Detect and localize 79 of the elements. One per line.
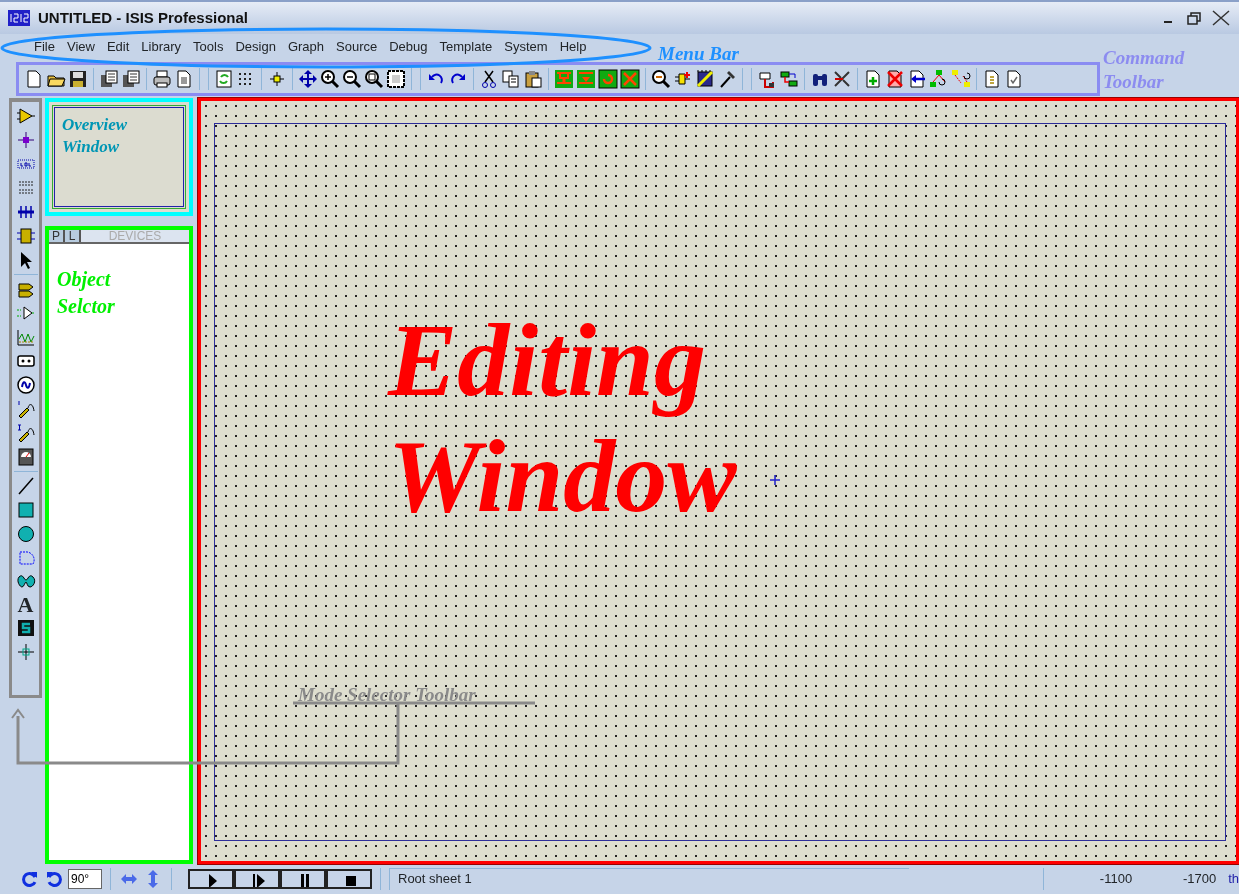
symbol-icon[interactable] bbox=[15, 618, 36, 638]
export-icon[interactable] bbox=[121, 69, 141, 89]
pan-icon[interactable] bbox=[298, 69, 318, 89]
menu-item[interactable]: View bbox=[66, 37, 95, 57]
paste-icon[interactable] bbox=[523, 69, 543, 89]
line-icon[interactable] bbox=[15, 476, 36, 496]
copy-icon[interactable] bbox=[501, 69, 521, 89]
page-icon[interactable] bbox=[174, 69, 194, 89]
marker-icon[interactable] bbox=[15, 642, 36, 662]
cut-icon[interactable] bbox=[479, 69, 499, 89]
selector-tab[interactable]: L bbox=[65, 230, 81, 242]
block-delete-icon[interactable] bbox=[620, 69, 640, 89]
zoom-out-icon[interactable] bbox=[342, 69, 362, 89]
new-file-icon[interactable] bbox=[24, 69, 44, 89]
menu-item[interactable]: Template bbox=[439, 37, 493, 57]
rotation-field[interactable]: 90° bbox=[68, 869, 102, 889]
block-rotate-icon[interactable] bbox=[598, 69, 618, 89]
command-annotation: Command Toolbar bbox=[1103, 46, 1186, 94]
zoom-in-icon[interactable] bbox=[320, 69, 340, 89]
rotate-clockwise-icon[interactable] bbox=[20, 869, 40, 889]
pause-button[interactable] bbox=[280, 869, 326, 889]
menu-item[interactable]: Edit bbox=[106, 37, 130, 57]
selector-annotation: Object Selctor bbox=[57, 267, 116, 319]
menu-item[interactable]: Library bbox=[141, 37, 182, 57]
pin-icon[interactable] bbox=[15, 303, 36, 323]
current-probe-icon[interactable] bbox=[15, 423, 36, 443]
units-label: th bbox=[1228, 870, 1239, 889]
circle-icon[interactable] bbox=[15, 524, 36, 544]
parent-sheet-icon[interactable] bbox=[951, 69, 971, 89]
junction-icon[interactable] bbox=[15, 130, 36, 150]
exit-sheet-icon[interactable] bbox=[907, 69, 927, 89]
menu-item[interactable]: Debug bbox=[389, 37, 428, 57]
editing-annotation: Editing Window bbox=[388, 302, 738, 534]
devices-header: DEVICES bbox=[107, 230, 163, 242]
component-icon[interactable] bbox=[15, 106, 36, 126]
close-icon[interactable] bbox=[1211, 10, 1231, 26]
play-button[interactable] bbox=[188, 869, 234, 889]
y-coordinate: -1700 bbox=[1181, 870, 1217, 889]
zoom-fit-icon[interactable] bbox=[364, 69, 384, 89]
generator-icon[interactable] bbox=[15, 375, 36, 395]
restore-icon[interactable] bbox=[1185, 10, 1203, 26]
graph-icon[interactable] bbox=[15, 327, 36, 347]
rotate-anticlockwise-icon[interactable] bbox=[44, 869, 64, 889]
origin-marker-icon bbox=[769, 474, 781, 486]
selector-tab[interactable]: P bbox=[49, 230, 65, 242]
overview-annotation: Overview Window bbox=[62, 114, 129, 158]
zoom-area-icon[interactable] bbox=[386, 69, 406, 89]
menu-item[interactable]: File bbox=[34, 37, 55, 57]
child-sheet-icon[interactable] bbox=[929, 69, 949, 89]
pick-device-icon[interactable] bbox=[651, 69, 671, 89]
subcircuit-icon[interactable] bbox=[15, 226, 36, 246]
menu-item[interactable]: Tools bbox=[193, 37, 224, 57]
instrument-icon[interactable] bbox=[15, 447, 36, 467]
menu-item[interactable]: Graph bbox=[287, 37, 325, 57]
mode-annotation: Mode Selector Toolbar bbox=[298, 683, 476, 707]
refresh-icon[interactable] bbox=[214, 69, 234, 89]
hammer-icon[interactable] bbox=[717, 69, 737, 89]
status-text: Root sheet 1 bbox=[389, 868, 909, 890]
voltage-probe-icon[interactable] bbox=[15, 399, 36, 419]
import-icon[interactable] bbox=[99, 69, 119, 89]
print-icon[interactable] bbox=[152, 69, 172, 89]
block-move-icon[interactable] bbox=[576, 69, 596, 89]
window-title: UNTITLED - ISIS Professional bbox=[38, 7, 249, 28]
text-tool[interactable]: A bbox=[17, 594, 34, 616]
stop-button[interactable] bbox=[326, 869, 372, 889]
step-button[interactable] bbox=[234, 869, 280, 889]
netlist-icon[interactable] bbox=[779, 69, 799, 89]
menu-item[interactable]: Help bbox=[559, 37, 587, 57]
box-icon[interactable] bbox=[15, 500, 36, 520]
app-logo-icon bbox=[8, 10, 30, 26]
delete-sheet-icon[interactable] bbox=[885, 69, 905, 89]
menu-item[interactable]: Design bbox=[235, 37, 276, 57]
new-sheet-icon[interactable] bbox=[863, 69, 883, 89]
x-coordinate: -1100 bbox=[1098, 870, 1133, 889]
save-icon[interactable] bbox=[68, 69, 88, 89]
menu-item[interactable]: Source bbox=[336, 37, 378, 57]
menu-annotation: Menu Bar bbox=[658, 42, 739, 66]
crosshair-icon[interactable] bbox=[267, 69, 287, 89]
menu-item[interactable]: System bbox=[504, 37, 548, 57]
